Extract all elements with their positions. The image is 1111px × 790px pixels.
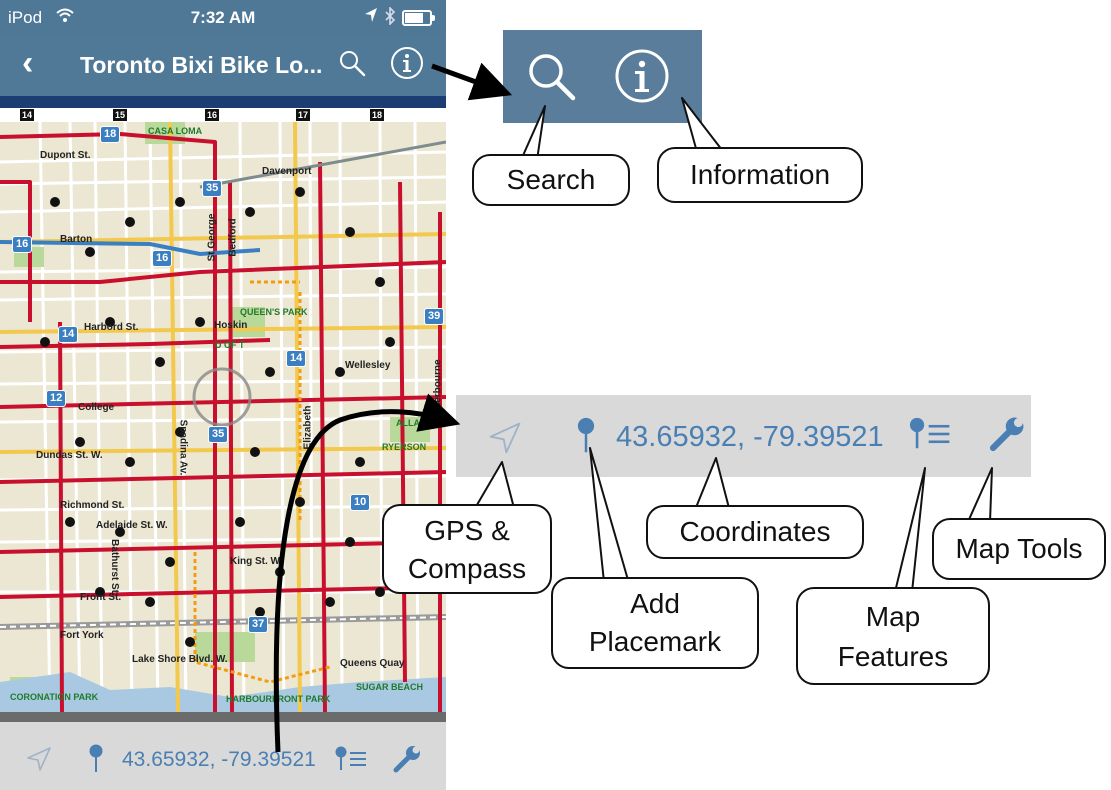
back-chevron-icon[interactable]: ‹ (22, 45, 33, 81)
callout-search: Search (472, 154, 630, 206)
coordinates-display: 43.65932, -79.39521 (616, 421, 884, 453)
map-tools-icon[interactable] (392, 744, 422, 774)
coordinates-display: 43.65932, -79.39521 (122, 748, 316, 771)
grid-number: 16 (205, 109, 219, 121)
callout-coordinates: Coordinates (646, 505, 864, 559)
gps-compass-icon[interactable] (488, 421, 522, 455)
map-canvas (0, 122, 446, 712)
map-footer-band (0, 712, 446, 722)
page-title: Toronto Bixi Bike Lo... (80, 52, 323, 78)
navigation-bar: ‹ Toronto Bixi Bike Lo... (0, 34, 446, 96)
callout-map-tools: Map Tools (932, 518, 1106, 580)
callout-add-placemark: Add Placemark (551, 577, 759, 669)
map-features-icon[interactable] (908, 417, 952, 451)
info-icon[interactable] (390, 46, 424, 80)
clock-time: 7:32 AM (190, 8, 256, 27)
bottom-toolbar: 43.65932, -79.39521 (0, 722, 446, 790)
callout-map-features: Map Features (796, 587, 990, 685)
grid-number: 15 (113, 109, 127, 121)
zoomed-nav-icons (503, 30, 702, 123)
map-header-band (0, 96, 446, 108)
search-icon[interactable] (525, 50, 577, 102)
grid-number: 14 (20, 109, 34, 121)
zoomed-toolbar: 43.65932, -79.39521 (456, 395, 1031, 477)
callout-information: Information (657, 147, 863, 203)
phone-screen: iPod 7:32 AM ‹ Toronto Bixi Bike Lo... 1… (0, 0, 446, 790)
gps-compass-icon[interactable] (26, 746, 52, 772)
grid-number: 18 (370, 109, 384, 121)
map-tools-icon[interactable] (988, 415, 1026, 453)
grid-number: 17 (296, 109, 310, 121)
callout-gps-compass: GPS & Compass (382, 504, 552, 594)
search-icon[interactable] (338, 49, 366, 77)
map-features-icon[interactable] (334, 746, 368, 772)
info-icon[interactable] (614, 48, 670, 104)
map-view[interactable]: CASA LOMA Dupont St. Davenport Barton Ha… (0, 122, 446, 712)
location-arrow-icon (365, 8, 377, 22)
status-bar: iPod 7:32 AM (0, 0, 446, 34)
add-placemark-icon[interactable] (576, 417, 596, 455)
battery-icon (402, 10, 435, 26)
add-placemark-icon[interactable] (88, 744, 104, 774)
bluetooth-icon (385, 7, 396, 25)
map-grid-numbers: 14 15 16 17 18 (0, 108, 446, 122)
